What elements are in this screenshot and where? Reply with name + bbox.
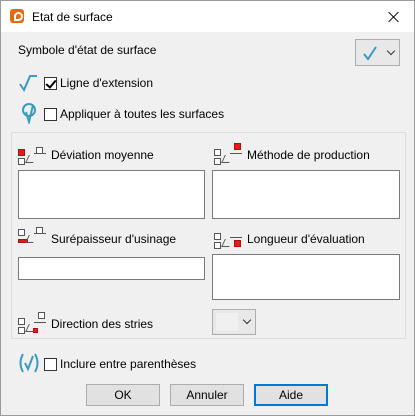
deviation-label: Déviation moyenne xyxy=(51,148,154,162)
extension-line-checkbox[interactable] xyxy=(44,77,57,90)
evaluation-field[interactable] xyxy=(212,254,400,300)
surface-finish-dialog: Etat de surface Symbole d'état de surfac… xyxy=(0,0,415,416)
apply-all-checkbox[interactable] xyxy=(44,108,57,121)
evaluation-position-icon xyxy=(214,227,244,249)
lay-direction-position-icon xyxy=(18,312,48,334)
apply-all-label: Appliquer à toutes les surfaces xyxy=(60,107,225,121)
allowance-field[interactable] xyxy=(18,257,205,280)
chevron-down-icon xyxy=(242,315,252,325)
evaluation-label: Longueur d'évaluation xyxy=(247,232,365,246)
deviation-position-icon xyxy=(18,147,48,167)
close-icon[interactable] xyxy=(384,7,404,27)
allowance-position-icon xyxy=(18,227,48,247)
production-field[interactable] xyxy=(212,170,400,219)
production-label: Méthode de production xyxy=(247,148,370,162)
parentheses-label: Inclure entre parenthèses xyxy=(60,357,197,371)
symbol-dropdown[interactable] xyxy=(355,39,400,66)
deviation-field[interactable] xyxy=(18,170,205,219)
window-title: Etat de surface xyxy=(32,10,113,24)
lay-direction-dropdown[interactable] xyxy=(212,309,256,335)
production-position-icon xyxy=(214,143,244,165)
lay-symbol-preview xyxy=(216,313,238,331)
help-button[interactable]: Aide xyxy=(254,384,328,406)
cancel-button[interactable]: Annuler xyxy=(170,384,244,406)
symbol-label: Symbole d'état de surface xyxy=(18,43,157,57)
lay-label: Direction des stries xyxy=(51,317,154,331)
surface-check-icon xyxy=(363,46,377,61)
chevron-down-icon xyxy=(386,46,396,55)
extension-line-icon xyxy=(19,75,37,92)
ok-button[interactable]: OK xyxy=(86,384,160,406)
extension-line-label: Ligne d'extension xyxy=(60,76,154,90)
app-logo-icon xyxy=(10,9,24,23)
allowance-label: Surépaisseur d'usinage xyxy=(51,232,177,246)
title-bar: Etat de surface xyxy=(1,1,414,32)
parentheses-icon xyxy=(19,353,39,373)
all-surfaces-icon xyxy=(22,103,36,124)
parentheses-checkbox[interactable] xyxy=(44,358,57,371)
